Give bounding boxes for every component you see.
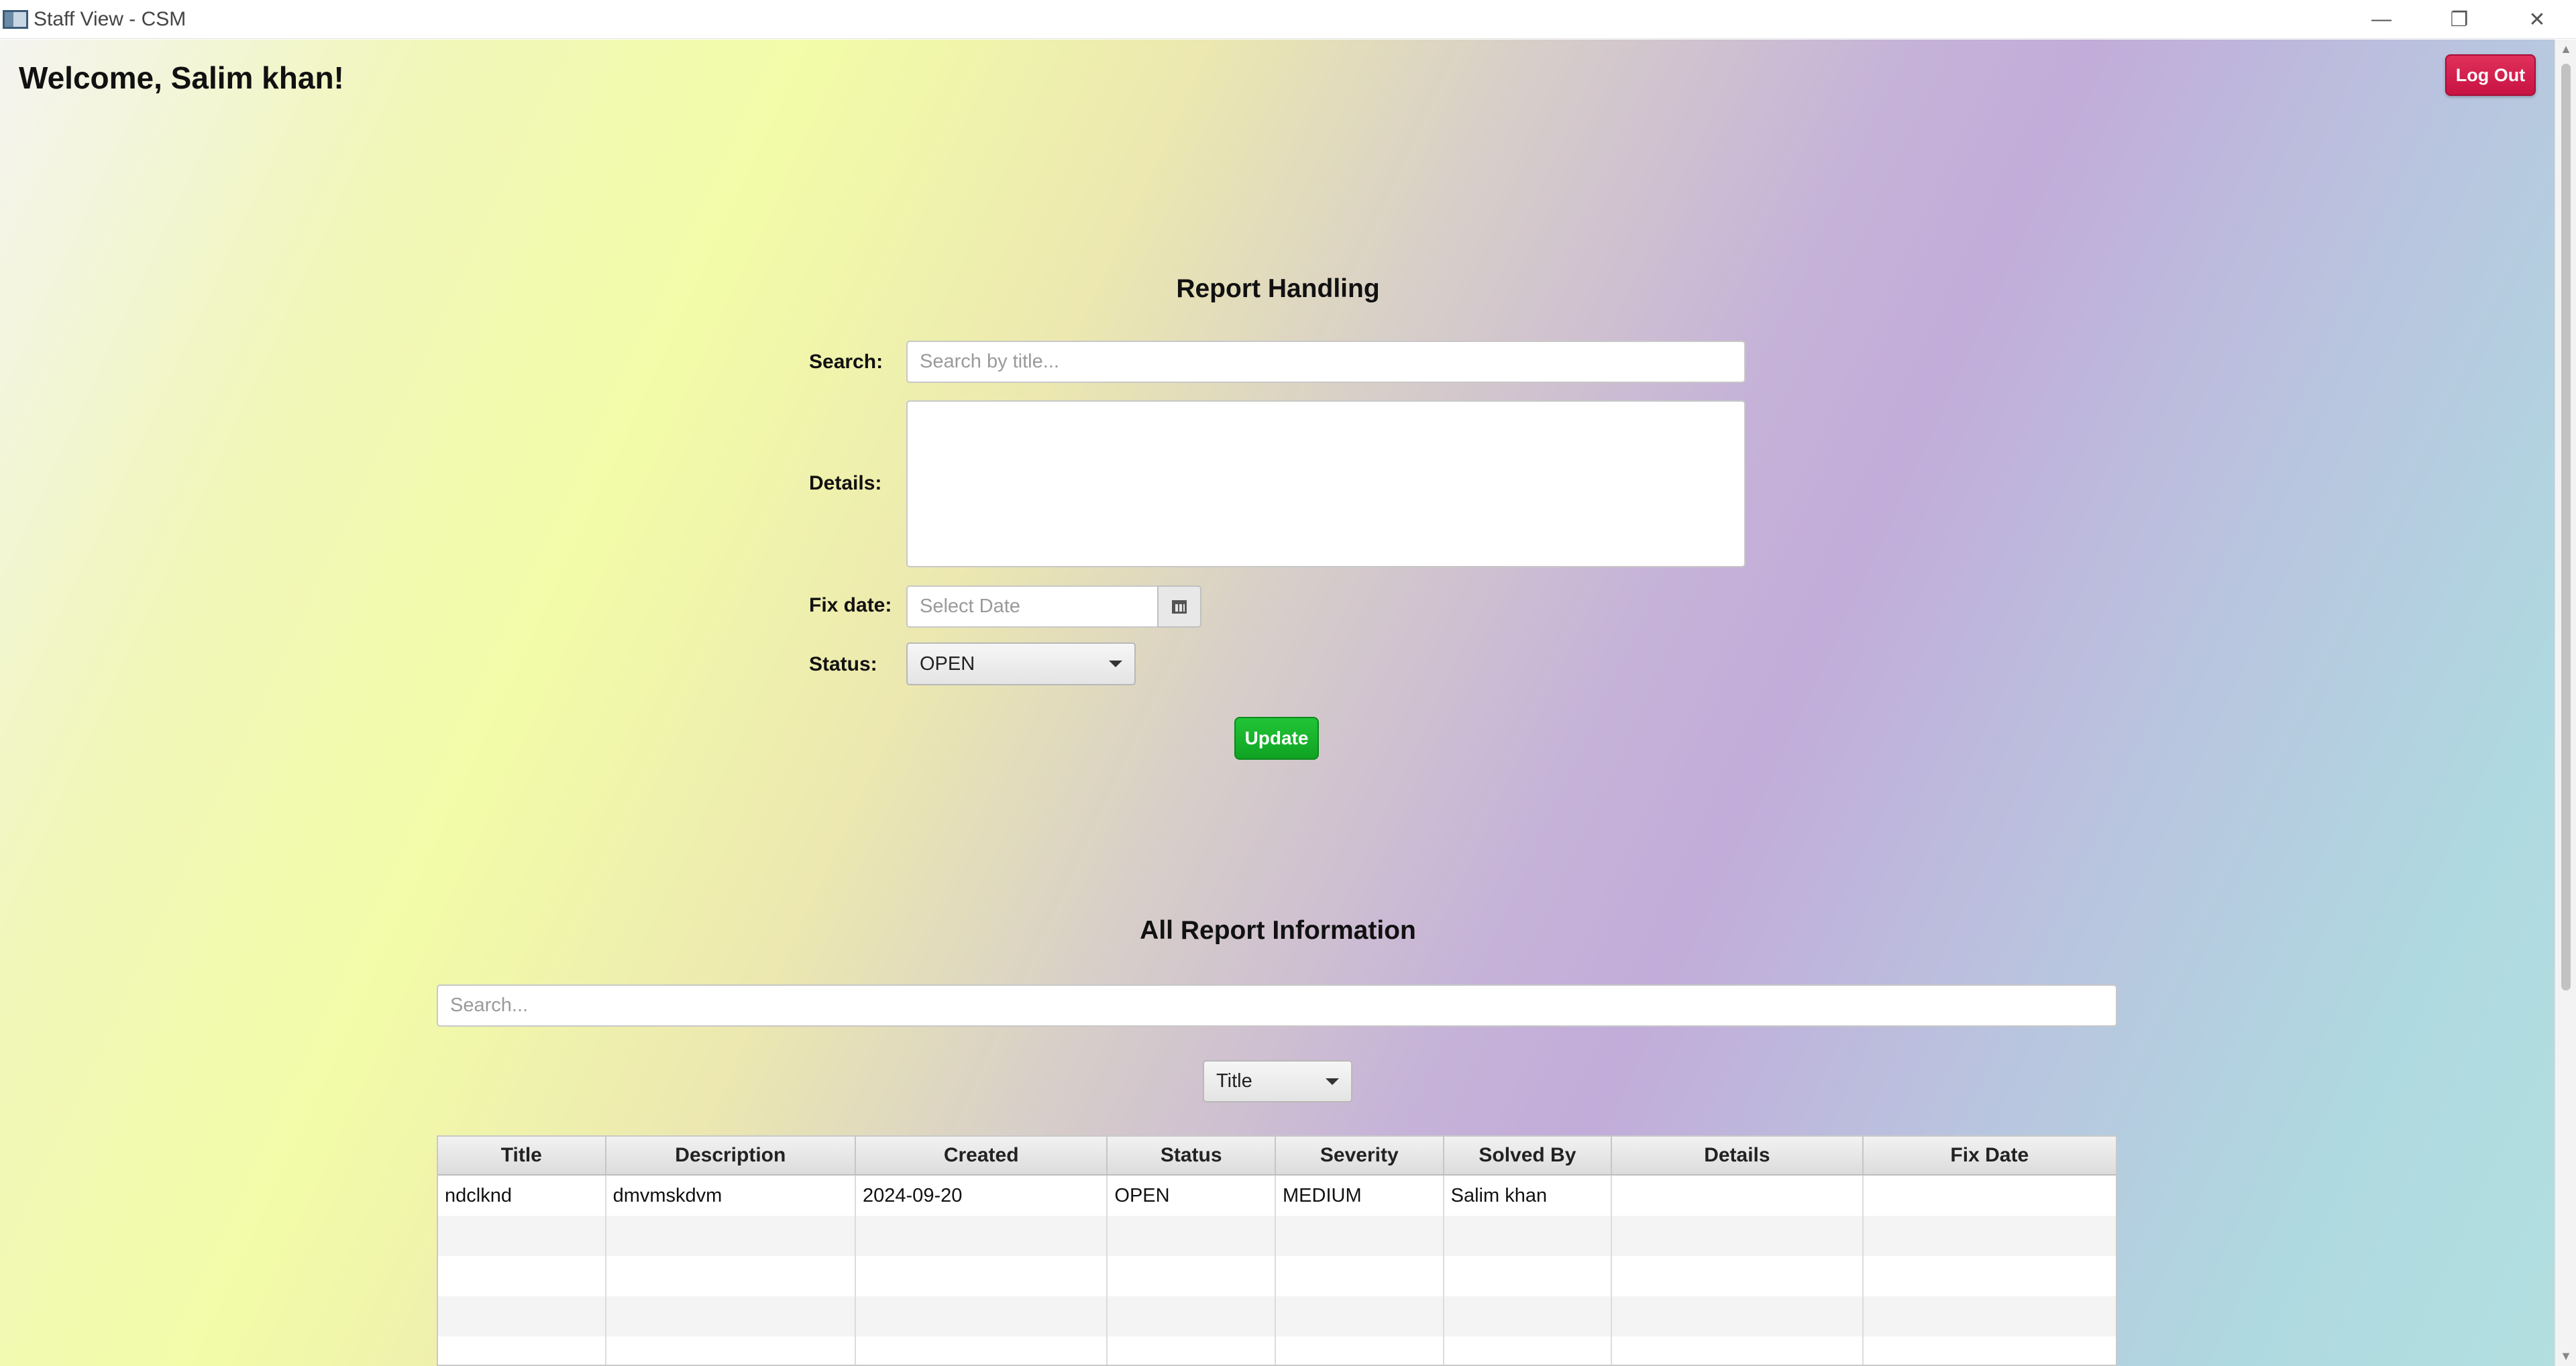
title-search-input[interactable]: Search by title...: [906, 341, 1746, 383]
cell-title: ndclknd: [438, 1176, 606, 1216]
reports-table[interactable]: Title Description Created Status Severit…: [437, 1135, 2117, 1366]
table-row[interactable]: ndclknd dmvmskdvm 2024-09-20 OPEN MEDIUM…: [438, 1176, 2116, 1216]
cell-description: dmvmskdvm: [606, 1176, 857, 1216]
column-header-solved-by[interactable]: Solved By: [1444, 1137, 1613, 1174]
column-header-description[interactable]: Description: [606, 1137, 856, 1174]
main-content: Welcome, Salim khan! Log Out Report Hand…: [0, 40, 2555, 1366]
cell-created: 2024-09-20: [856, 1176, 1108, 1216]
details-label: Details:: [809, 472, 882, 494]
status-select[interactable]: OPEN: [906, 642, 1136, 685]
restore-button[interactable]: ❐: [2420, 0, 2498, 39]
chevron-down-icon: [1109, 661, 1122, 667]
filter-select-value: Title: [1216, 1070, 1252, 1092]
cell-details: [1612, 1176, 1864, 1216]
vertical-scrollbar[interactable]: ▲ ▼: [2555, 40, 2576, 1366]
scroll-down-icon[interactable]: ▼: [2555, 1349, 2576, 1363]
cell-fix-date: [1864, 1176, 2116, 1216]
status-select-value: OPEN: [920, 652, 975, 675]
welcome-heading: Welcome, Salim khan!: [19, 60, 344, 95]
cell-solved-by: Salim khan: [1444, 1176, 1613, 1216]
logout-button[interactable]: Log Out: [2445, 54, 2536, 96]
column-header-severity[interactable]: Severity: [1276, 1137, 1444, 1174]
search-label: Search:: [809, 351, 883, 373]
cell-severity: MEDIUM: [1276, 1176, 1444, 1216]
app-icon: [3, 9, 28, 29]
status-label: Status:: [809, 653, 877, 675]
calendar-icon: [1172, 600, 1187, 614]
update-button[interactable]: Update: [1234, 717, 1319, 760]
column-header-created[interactable]: Created: [856, 1137, 1108, 1174]
empty-table-row: [438, 1216, 2116, 1256]
scroll-up-icon[interactable]: ▲: [2555, 42, 2576, 56]
window-titlebar: Staff View - CSM — ❐ ✕: [0, 0, 2576, 39]
details-textarea[interactable]: [906, 400, 1746, 567]
empty-table-row: [438, 1336, 2116, 1365]
scroll-thumb[interactable]: [2561, 64, 2571, 990]
empty-table-row: [438, 1296, 2116, 1336]
filter-column-select[interactable]: Title: [1203, 1060, 1352, 1102]
window-controls: — ❐ ✕: [2343, 0, 2576, 39]
reports-search-input[interactable]: Search...: [437, 984, 2117, 1027]
empty-table-row: [438, 1256, 2116, 1296]
column-header-details[interactable]: Details: [1612, 1137, 1864, 1174]
column-header-fix-date[interactable]: Fix Date: [1864, 1137, 2116, 1174]
cell-status: OPEN: [1108, 1176, 1277, 1216]
all-reports-title: All Report Information: [1140, 916, 1416, 945]
column-header-title[interactable]: Title: [438, 1137, 606, 1174]
fix-date-label: Fix date:: [809, 594, 892, 616]
minimize-button[interactable]: —: [2343, 0, 2420, 39]
table-header: Title Description Created Status Severit…: [438, 1137, 2116, 1176]
close-button[interactable]: ✕: [2498, 0, 2576, 39]
chevron-down-icon: [1326, 1078, 1339, 1085]
window-title: Staff View - CSM: [34, 7, 186, 30]
report-handling-title: Report Handling: [1176, 274, 1380, 303]
fix-date-input[interactable]: Select Date: [906, 585, 1159, 628]
date-picker-button[interactable]: [1157, 585, 1201, 628]
column-header-status[interactable]: Status: [1108, 1137, 1276, 1174]
